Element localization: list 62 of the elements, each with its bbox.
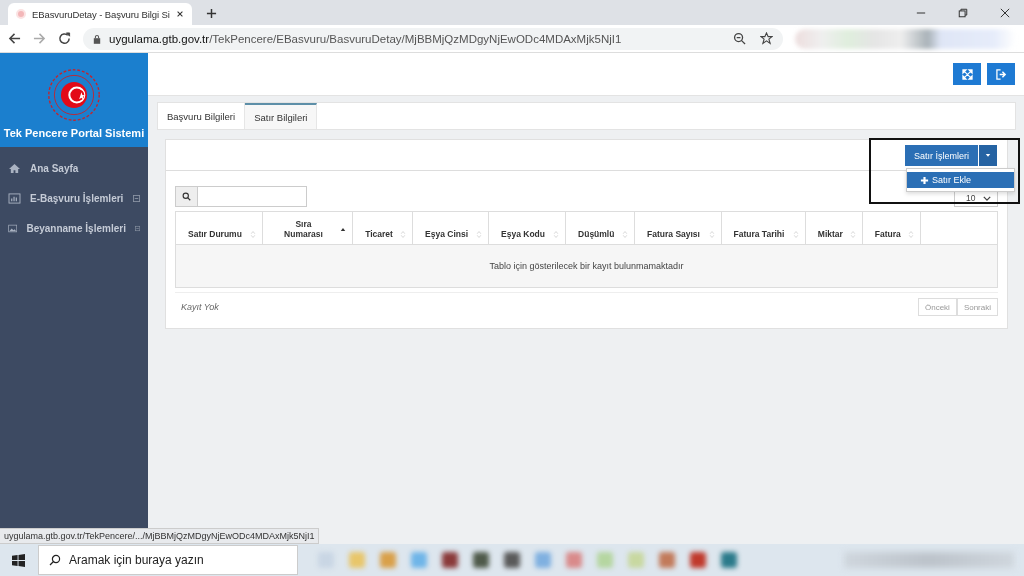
extension-icons[interactable] bbox=[795, 28, 1016, 49]
portal-title: Tek Pencere Portal Sistemi bbox=[3, 127, 145, 139]
column-header[interactable]: Miktar bbox=[805, 211, 863, 245]
chevron-down-icon bbox=[983, 195, 991, 201]
caret-icon bbox=[985, 154, 991, 157]
taskbar-app-icon[interactable] bbox=[566, 552, 582, 568]
close-icon[interactable] bbox=[1000, 7, 1010, 18]
search-field[interactable] bbox=[175, 186, 307, 207]
sidebar-item[interactable]: Beyanname İşlemleri bbox=[0, 213, 148, 243]
menu-item[interactable]: Satır Ekle bbox=[907, 172, 1014, 188]
reload-icon[interactable] bbox=[58, 32, 71, 45]
sidebar-item[interactable]: Ana Sayfa bbox=[0, 153, 148, 183]
home-icon bbox=[8, 162, 21, 174]
empty-message: Tablo için gösterilecek bir kayıt bulunmamaktadır bbox=[489, 261, 684, 271]
search-icon bbox=[182, 192, 191, 201]
search-icon bbox=[49, 554, 61, 566]
sidebar-item[interactable]: E-Başvuru İşlemleri bbox=[0, 183, 148, 213]
start-icon[interactable] bbox=[12, 553, 25, 567]
record-info: Kayıt Yok bbox=[180, 302, 219, 312]
taskbar-app-icon[interactable] bbox=[690, 552, 706, 568]
tab[interactable]: Satır Bilgileri bbox=[245, 103, 318, 129]
back-icon[interactable] bbox=[8, 32, 21, 45]
taskbar-app-icon[interactable] bbox=[535, 552, 551, 568]
image-icon bbox=[8, 222, 18, 234]
taskbar-search-field[interactable]: Aramak için buraya yazın bbox=[38, 545, 298, 575]
row-actions-button[interactable]: Satır İşlemleri bbox=[905, 145, 978, 166]
chart-icon bbox=[8, 192, 21, 204]
restore-icon[interactable] bbox=[958, 7, 968, 18]
address-field[interactable]: uygulama.gtb.gov.tr/TekPencere/EBasvuru/BasvuruDetay/MjBBMjQzMDgyNjEwODc4MDAxMjk5NjI1 bbox=[83, 27, 783, 50]
logout-button[interactable] bbox=[987, 63, 1015, 85]
column-header[interactable]: Eşya Cinsi bbox=[412, 211, 489, 245]
plus-icon bbox=[920, 175, 929, 185]
taskbar-app-icon[interactable] bbox=[380, 552, 396, 568]
column-header[interactable]: Eşya Kodu bbox=[488, 211, 566, 245]
column-header[interactable]: Fatura Tarihi bbox=[721, 211, 806, 245]
status-url: uygulama.gtb.gov.tr/TekPencere/.../MjBBMjQzMDgyNjEwODc4MDAxMjk5NjI1 bbox=[0, 528, 320, 544]
expand-arrows-icon bbox=[961, 68, 973, 80]
dropdown-toggle[interactable] bbox=[979, 145, 997, 166]
new-tab-icon[interactable] bbox=[206, 8, 217, 19]
page-size-select[interactable]: 10 bbox=[954, 189, 998, 207]
taskbar-app-icon[interactable] bbox=[411, 552, 427, 568]
taskbar-app-icon[interactable] bbox=[659, 552, 675, 568]
column-header[interactable]: Fatura bbox=[862, 211, 921, 245]
column-header[interactable]: Sıra Numarası bbox=[262, 211, 353, 245]
forward-icon[interactable] bbox=[33, 32, 46, 45]
column-header[interactable]: Ticaret bbox=[352, 211, 413, 245]
column-header[interactable]: Fatura Sayısı bbox=[634, 211, 721, 245]
favicon-icon bbox=[16, 9, 26, 19]
taskbar-app-icon[interactable] bbox=[721, 552, 737, 568]
column-header[interactable]: Satır Durumu bbox=[175, 211, 263, 245]
fullscreen-button[interactable] bbox=[953, 63, 981, 85]
zoom-icon[interactable] bbox=[733, 32, 746, 45]
taskbar-app-icon[interactable] bbox=[473, 552, 489, 568]
star-icon[interactable] bbox=[760, 32, 773, 45]
logout-icon bbox=[995, 68, 1007, 80]
lock-icon bbox=[93, 33, 101, 44]
taskbar-app-icon[interactable] bbox=[442, 552, 458, 568]
browser-tab[interactable]: EBasvuruDetay - Başvuru Bilgi Si bbox=[8, 3, 192, 25]
column-header[interactable]: Düşümlü bbox=[565, 211, 635, 245]
close-icon[interactable] bbox=[176, 10, 184, 18]
taskbar-app-icon[interactable] bbox=[504, 552, 520, 568]
emblem-icon bbox=[46, 67, 102, 123]
